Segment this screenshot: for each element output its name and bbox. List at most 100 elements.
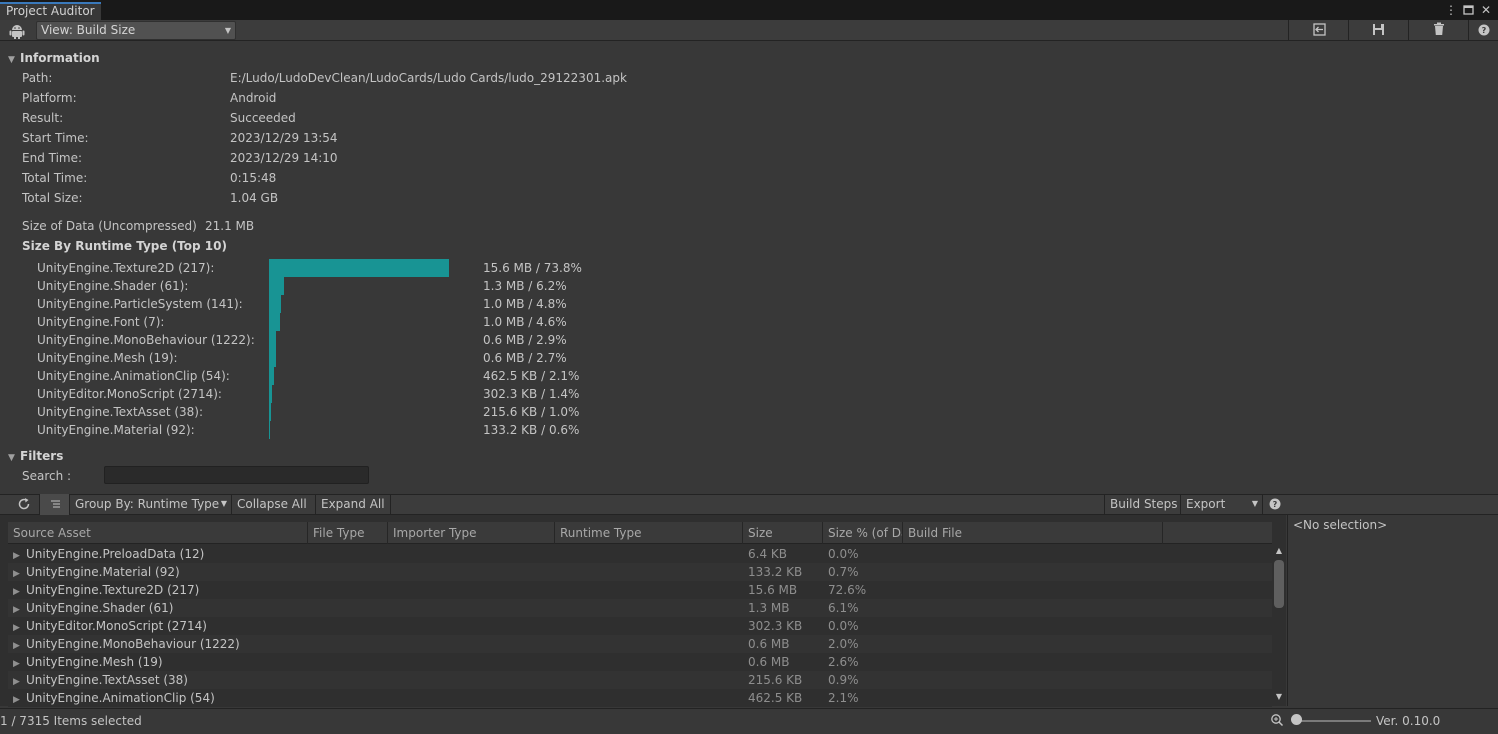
table-row-name: ▶ UnityEngine.Texture2D (217)	[13, 581, 199, 599]
filters-foldout[interactable]: ▼ Filters	[8, 448, 63, 464]
table-row-percent: 2.6%	[828, 655, 859, 669]
runtime-type-value: 215.6 KB / 1.0%	[483, 405, 580, 419]
save-button[interactable]	[1348, 20, 1408, 41]
runtime-type-label: UnityEngine.Shader (61):	[37, 279, 189, 293]
scroll-down-icon[interactable]: ▼	[1274, 692, 1284, 701]
end-time-label: End Time:	[22, 151, 83, 165]
build-steps-button[interactable]: Build Steps	[1104, 494, 1183, 515]
runtime-type-bar	[269, 331, 276, 349]
window-tab-bar	[0, 0, 1498, 20]
group-by-dropdown[interactable]: Group By: Runtime Type ▼	[69, 494, 231, 515]
runtime-type-label: UnityEngine.Font (7):	[37, 315, 165, 329]
table-row[interactable]	[8, 653, 1272, 671]
help-button[interactable]: ?	[1468, 20, 1498, 41]
table-row-size: 0.6 MB	[748, 637, 790, 651]
maximize-icon[interactable]	[1462, 2, 1476, 18]
runtime-type-value: 0.6 MB / 2.7%	[483, 351, 567, 365]
column-header-size-percent[interactable]: Size % (of Da	[823, 522, 903, 544]
foldout-expanded-icon: ▼	[8, 55, 15, 65]
table-row-size: 462.5 KB	[748, 691, 803, 705]
zoom-slider-handle[interactable]	[1291, 714, 1302, 725]
table-row-name: ▶ UnityEngine.TextAsset (38)	[13, 671, 188, 689]
end-time-value: 2023/12/29 14:10	[230, 151, 338, 165]
export-dropdown[interactable]: Export ▼	[1180, 494, 1262, 515]
save-icon	[1373, 24, 1384, 35]
scroll-up-icon[interactable]: ▲	[1274, 546, 1284, 555]
view-dropdown[interactable]: View: Build Size ▼	[36, 21, 236, 40]
table-help-button[interactable]: ?	[1262, 494, 1287, 515]
table-row-percent: 0.7%	[828, 565, 859, 579]
table-row[interactable]	[8, 671, 1272, 689]
total-time-label: Total Time:	[22, 171, 88, 185]
group-by-label: Group By: Runtime Type	[75, 497, 220, 511]
table-row[interactable]	[8, 599, 1272, 617]
table-row-size: 15.6 MB	[748, 583, 798, 597]
runtime-type-value: 1.0 MB / 4.8%	[483, 297, 567, 311]
path-value: E:/Ludo/LudoDevClean/LudoCards/Ludo Card…	[230, 71, 627, 85]
more-options-icon[interactable]: ⋮	[1444, 2, 1458, 18]
runtime-type-value: 302.3 KB / 1.4%	[483, 387, 580, 401]
table-row-name: ▶ UnityEngine.PreloadData (12)	[13, 545, 204, 563]
scrollbar-thumb[interactable]	[1274, 560, 1284, 608]
zoom-slider[interactable]	[1296, 720, 1371, 722]
search-input[interactable]	[104, 466, 369, 484]
collapse-all-button[interactable]: Collapse All	[231, 494, 312, 515]
result-label: Result:	[22, 111, 64, 125]
table-row-percent: 0.0%	[828, 619, 859, 633]
table-row-size: 133.2 KB	[748, 565, 803, 579]
no-selection-text: <No selection>	[1293, 518, 1388, 532]
svg-text:?: ?	[1273, 500, 1278, 509]
table-row-size: 6.4 KB	[748, 547, 787, 561]
help-icon: ?	[1478, 24, 1490, 36]
close-icon[interactable]: ✕	[1479, 2, 1493, 18]
runtime-type-label: UnityEngine.ParticleSystem (141):	[37, 297, 243, 311]
data-size-label: Size of Data (Uncompressed)	[22, 219, 197, 233]
column-header-importer-type[interactable]: Importer Type	[388, 522, 555, 544]
column-header-file-type[interactable]: File Type	[308, 522, 388, 544]
window-tab[interactable]: Project Auditor	[0, 2, 101, 20]
path-label: Path:	[22, 71, 53, 85]
runtime-type-bar	[269, 259, 449, 277]
runtime-type-bar	[269, 277, 284, 295]
total-size-label: Total Size:	[22, 191, 83, 205]
refresh-button[interactable]	[8, 494, 39, 515]
import-icon	[1313, 23, 1326, 36]
import-button[interactable]	[1288, 20, 1348, 41]
table-row-name: ▶ UnityEngine.MonoBehaviour (1222)	[13, 635, 240, 653]
column-header-source-asset[interactable]: Source Asset	[8, 522, 308, 544]
table-row-name: ▶ UnityEditor.MonoScript (2714)	[13, 617, 207, 635]
flat-view-toggle[interactable]	[39, 494, 69, 515]
table-row-percent: 72.6%	[828, 583, 867, 597]
total-size-value: 1.04 GB	[230, 191, 279, 205]
expand-arrow-icon[interactable]: ▶	[13, 691, 26, 709]
refresh-icon	[18, 498, 29, 510]
runtime-type-label: UnityEngine.Material (92):	[37, 423, 195, 437]
runtime-type-bar	[269, 295, 281, 313]
runtime-type-bar	[269, 385, 272, 403]
expand-all-button[interactable]: Expand All	[315, 494, 391, 515]
column-header-build-file[interactable]: Build File	[903, 522, 1163, 544]
dropdown-arrow-icon: ▼	[1251, 499, 1258, 508]
runtime-type-label: UnityEngine.MonoBehaviour (1222):	[37, 333, 255, 347]
android-icon[interactable]	[8, 22, 26, 40]
list-icon	[51, 500, 60, 508]
export-label: Export	[1186, 497, 1226, 511]
delete-button[interactable]	[1408, 20, 1468, 41]
runtime-type-value: 15.6 MB / 73.8%	[483, 261, 582, 275]
table-row-name: ▶ UnityEngine.AnimationClip (54)	[13, 689, 215, 707]
table-row-percent: 6.1%	[828, 601, 859, 615]
table-row[interactable]	[8, 563, 1272, 581]
runtime-type-heading: Size By Runtime Type (Top 10)	[22, 239, 227, 253]
runtime-type-bar	[269, 367, 274, 385]
dropdown-arrow-icon: ▼	[224, 26, 231, 35]
window-title: Project Auditor	[6, 4, 95, 18]
information-foldout[interactable]: ▼ Information	[8, 50, 100, 66]
column-header-runtime-type[interactable]: Runtime Type	[555, 522, 743, 544]
dropdown-arrow-icon: ▼	[220, 499, 227, 508]
runtime-type-bar	[269, 313, 280, 331]
column-header-size[interactable]: Size	[743, 522, 823, 544]
table-row-percent: 0.0%	[828, 547, 859, 561]
table-row-size: 0.6 MB	[748, 655, 790, 669]
runtime-type-label: UnityEngine.Mesh (19):	[37, 351, 178, 365]
table-row-name: ▶ UnityEngine.Mesh (19)	[13, 653, 163, 671]
